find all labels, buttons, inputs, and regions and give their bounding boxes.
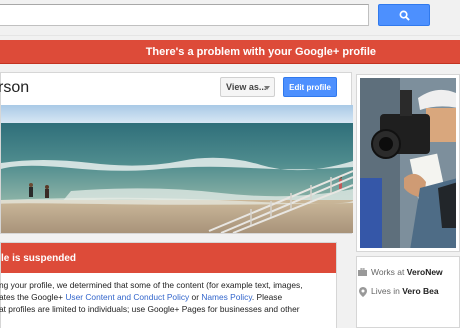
profile-info-panel: Works at VeroNew Lives in Vero Bea: [356, 256, 460, 328]
suspension-notice: le is suspended ng your profile, we dete…: [0, 242, 337, 328]
profile-card: rson View as... Edit profile: [0, 72, 353, 234]
works-at-row: Works at VeroNew: [358, 267, 443, 277]
profile-problem-banner[interactable]: There's a problem with your Google+ prof…: [0, 40, 460, 64]
profile-name: rson: [0, 79, 30, 96]
briefcase-icon: [358, 268, 367, 276]
edit-profile-button[interactable]: Edit profile: [283, 77, 337, 97]
works-at-label: Works at: [371, 267, 405, 277]
suspension-title-bar: le is suspended: [1, 243, 336, 273]
location-pin-icon: [359, 287, 367, 297]
cover-photo[interactable]: [1, 105, 353, 233]
suspension-message: ng your profile, we determined that some…: [0, 279, 333, 315]
suspension-line-2-suffix: . Please: [251, 292, 283, 302]
suspension-line-2: ates the Google+ User Content and Conduc…: [0, 291, 333, 303]
content-policy-link[interactable]: User Content and Conduct Policy: [65, 292, 189, 302]
lives-in-value[interactable]: Vero Bea: [402, 286, 438, 296]
suspension-line-2-or: or: [189, 292, 202, 302]
search-icon: [399, 10, 410, 21]
banner-text: There's a problem with your Google+ prof…: [145, 45, 376, 58]
names-policy-link[interactable]: Names Policy: [201, 292, 252, 302]
top-bar: [0, 0, 460, 36]
avatar[interactable]: [356, 74, 460, 252]
suspension-line-3: at profiles are limited to individuals; …: [0, 304, 300, 314]
edit-profile-label: Edit profile: [289, 82, 331, 92]
beach-scene-image: [1, 105, 353, 233]
chevron-down-icon: [264, 86, 270, 90]
lives-in-row: Lives in Vero Bea: [359, 286, 439, 297]
search-input[interactable]: [0, 4, 369, 26]
view-as-dropdown[interactable]: View as...: [220, 77, 275, 97]
suspension-line-1: ng your profile, we determined that some…: [0, 280, 303, 290]
suspension-title: le is suspended: [1, 252, 77, 264]
suspension-line-2-prefix: ates the Google+: [0, 292, 66, 302]
view-as-label: View as...: [226, 82, 267, 92]
photographer-photo: [360, 78, 456, 248]
search-button[interactable]: [378, 4, 430, 26]
works-at-value[interactable]: VeroNew: [407, 267, 443, 277]
lives-in-label: Lives in: [371, 286, 400, 296]
